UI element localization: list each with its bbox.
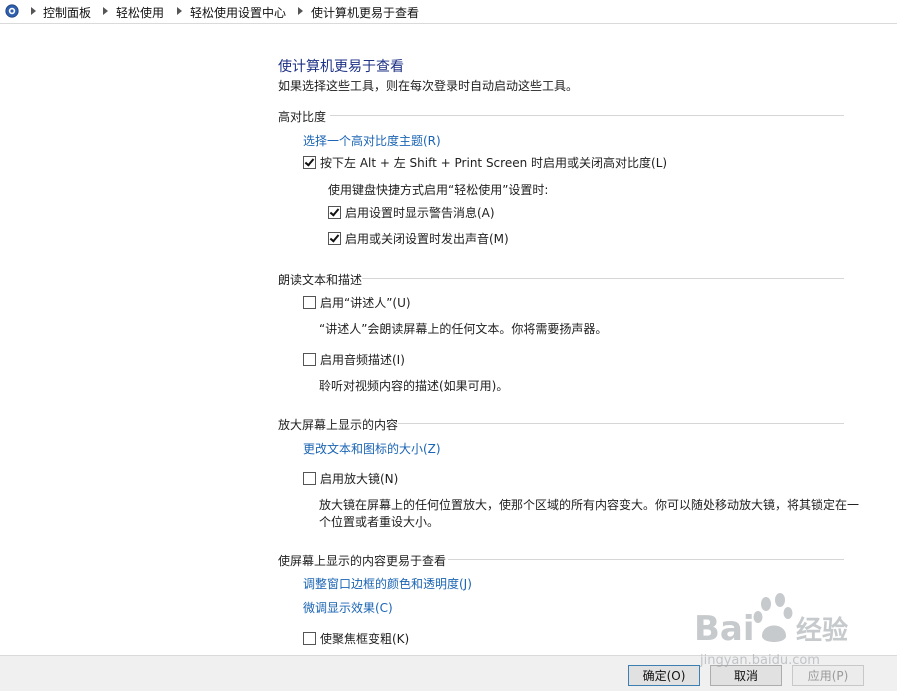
warning-message-checkbox[interactable]	[328, 205, 341, 219]
breadcrumb: 控制面板 轻松使用 轻松使用设置中心 使计算机更易于查看	[0, 0, 897, 24]
magnifier-description: 放大镜在屏幕上的任何位置放大，使那个区域的所有内容变大。你可以随处移动放大镜，将…	[319, 498, 860, 529]
warning-message-option[interactable]: 启用设置时显示警告消息(A)	[328, 204, 495, 220]
audio-description-checkbox[interactable]	[303, 352, 316, 366]
high-contrast-theme-link[interactable]: 选择一个高对比度主题(R)	[303, 132, 441, 149]
toggle-sound-option[interactable]: 启用或关闭设置时发出声音(M)	[328, 230, 509, 246]
high-contrast-shortcut-checkbox[interactable]	[303, 155, 316, 169]
breadcrumb-separator-icon[interactable]	[298, 7, 303, 15]
breadcrumb-item-current[interactable]: 使计算机更易于查看	[311, 4, 419, 21]
breadcrumb-separator-icon[interactable]	[103, 7, 108, 15]
breadcrumb-separator-icon[interactable]	[31, 7, 36, 15]
magnifier-label: 启用放大镜(N)	[320, 471, 399, 486]
control-panel-icon[interactable]	[5, 4, 19, 18]
display-effects-link[interactable]: 微调显示效果(C)	[303, 599, 393, 616]
section-divider	[448, 559, 844, 560]
text-icon-size-link[interactable]: 更改文本和图标的大小(Z)	[303, 440, 441, 457]
focus-rectangle-checkbox[interactable]	[303, 631, 316, 645]
audio-description-option[interactable]: 启用音频描述(I)	[303, 351, 405, 367]
magnifier-checkbox[interactable]	[303, 471, 316, 485]
narrator-label: 启用“讲述人”(U)	[320, 295, 411, 310]
main-content: 使计算机更易于查看 如果选择这些工具，则在每次登录时自动启动这些工具。 高对比度…	[0, 24, 897, 655]
breadcrumb-item-ease-of-access-center[interactable]: 轻松使用设置中心	[190, 4, 286, 21]
focus-rectangle-label: 使聚焦框变粗(K)	[320, 631, 410, 646]
breadcrumb-item-ease-of-access[interactable]: 轻松使用	[116, 4, 164, 21]
breadcrumb-separator-icon[interactable]	[177, 7, 182, 15]
window-border-color-link[interactable]: 调整窗口边框的颜色和透明度(J)	[303, 575, 472, 592]
section-header-easier-view: 使屏幕上显示的内容更易于查看	[278, 554, 447, 568]
section-header-high-contrast: 高对比度	[278, 110, 327, 124]
breadcrumb-item-control-panel[interactable]: 控制面板	[43, 4, 91, 21]
narrator-description: “讲述人”会朗读屏幕上的任何文本。你将需要扬声器。	[319, 322, 608, 336]
dialog-footer: 确定(O) 取消 应用(P)	[0, 655, 897, 691]
section-divider	[330, 115, 844, 116]
focus-rectangle-option[interactable]: 使聚焦框变粗(K)	[303, 630, 409, 646]
apply-button[interactable]: 应用(P)	[792, 665, 864, 686]
narrator-checkbox[interactable]	[303, 295, 316, 309]
high-contrast-shortcut-option[interactable]: 按下左 Alt + 左 Shift + Print Screen 时启用或关闭高…	[303, 154, 667, 170]
section-header-magnify: 放大屏幕上显示的内容	[278, 418, 399, 432]
section-divider	[398, 423, 844, 424]
cancel-button[interactable]: 取消	[710, 665, 782, 686]
high-contrast-shortcut-label: 按下左 Alt + 左 Shift + Print Screen 时启用或关闭高…	[320, 155, 668, 170]
narrator-option[interactable]: 启用“讲述人”(U)	[303, 294, 411, 310]
page-subtitle: 如果选择这些工具，则在每次登录时自动启动这些工具。	[278, 79, 579, 93]
toggle-sound-label: 启用或关闭设置时发出声音(M)	[345, 231, 509, 246]
section-header-narrator: 朗读文本和描述	[278, 273, 363, 287]
warning-message-label: 启用设置时显示警告消息(A)	[345, 205, 495, 220]
audio-description-label: 启用音频描述(I)	[320, 352, 405, 367]
page-title: 使计算机更易于查看	[278, 59, 404, 75]
ok-button[interactable]: 确定(O)	[628, 665, 700, 686]
section-divider	[362, 278, 844, 279]
toggle-sound-checkbox[interactable]	[328, 231, 341, 245]
keyboard-shortcut-note: 使用键盘快捷方式启用“轻松使用”设置时:	[328, 183, 549, 197]
audio-description-description: 聆听对视频内容的描述(如果可用)。	[319, 379, 509, 393]
magnifier-option[interactable]: 启用放大镜(N)	[303, 470, 398, 486]
